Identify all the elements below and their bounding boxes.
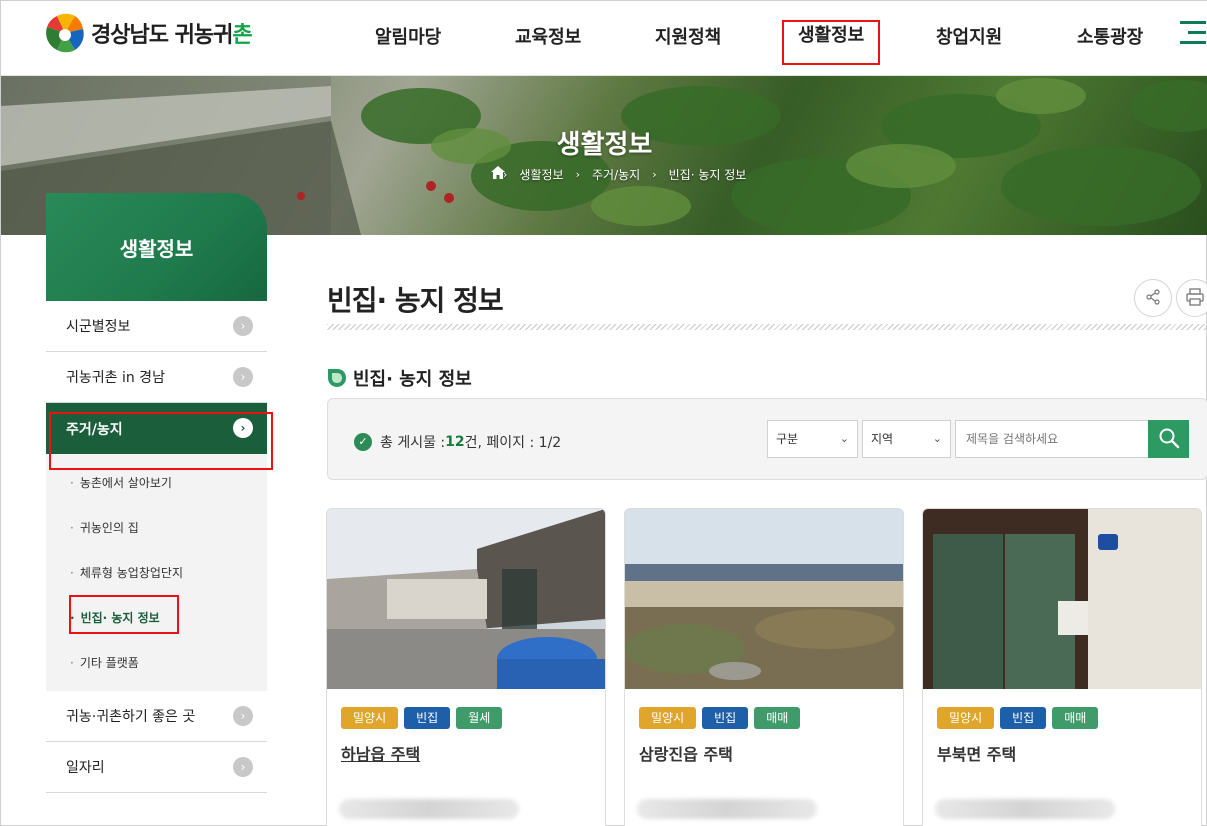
highlight-box-vacant-house [69, 595, 179, 634]
sidebar-item-label: 귀농·귀촌하기 좋은 곳 [66, 709, 196, 725]
region-tag: 밀양시 [639, 707, 697, 729]
type-tag: 빈집 [702, 707, 749, 729]
share-button[interactable] [1134, 279, 1172, 317]
nav-item-notice[interactable]: 알림마당 [375, 23, 441, 49]
home-icon[interactable] [491, 166, 505, 179]
sidebar-item-city-info[interactable]: 시군별정보 › [46, 301, 267, 352]
sidebar-title: 생활정보 [119, 236, 194, 261]
sidebar-sub-item-farmer-house[interactable]: 귀농인의 집 [46, 505, 267, 550]
chevron-right-icon: › [233, 367, 253, 387]
nav-item-community[interactable]: 소통광장 [1077, 23, 1143, 49]
nav-item-living-info[interactable]: 생활정보 [781, 20, 881, 65]
chevron-down-icon: ⌄ [932, 432, 942, 445]
search-filter-box: ✓ 총 게시물 :12 건, 페이지 : 1/2 구분 ⌄ 지역 ⌄ [327, 398, 1207, 480]
leaf-icon [328, 369, 346, 387]
tag-group: 밀양시 빈집 월세 [341, 707, 508, 729]
sidebar-nav: 시군별정보 › 귀농귀촌 in 경남 › 주거/농지 › 농촌에서 살아보기 귀… [46, 301, 267, 793]
category-select-value: 구분 [776, 432, 799, 446]
nav-item-support-policy[interactable]: 지원정책 [655, 23, 721, 49]
sidebar-item-label: 귀농귀촌 in 경남 [66, 370, 165, 386]
print-button[interactable] [1176, 279, 1207, 317]
banner-title: 생활정보 [556, 130, 653, 160]
share-icon [1146, 288, 1160, 305]
listing-photo [327, 509, 605, 689]
chevron-down-icon: ⌄ [839, 432, 849, 445]
search-input[interactable] [955, 420, 1149, 458]
sidebar-sub-item-other-platform[interactable]: 기타 플랫폼 [46, 640, 267, 685]
listing-card[interactable]: 밀양시 빈집 월세 하남읍 주택 [326, 508, 606, 826]
menu-icon[interactable] [1180, 19, 1206, 47]
sidebar-item-gyeongnam[interactable]: 귀농귀촌 in 경남 › [46, 352, 267, 403]
deal-tag: 매매 [1052, 707, 1099, 729]
title-divider [327, 324, 1207, 330]
chevron-right-icon: › [233, 316, 253, 336]
listing-address-blurred [637, 799, 817, 819]
search-button[interactable] [1148, 420, 1189, 458]
section-title: 빈집· 농지 정보 [327, 365, 472, 391]
chevron-right-icon: › [233, 706, 253, 726]
nav-item-startup[interactable]: 창업지원 [936, 23, 1002, 49]
type-tag: 빈집 [1000, 707, 1047, 729]
region-select[interactable]: 지역 ⌄ [862, 420, 951, 458]
type-tag: 빈집 [404, 707, 451, 729]
chevron-right-icon: › [233, 757, 253, 777]
chevron-right-icon: › [652, 168, 657, 181]
sidebar-item-jobs[interactable]: 일자리 › [46, 742, 267, 793]
listing-card[interactable]: 밀양시 빈집 매매 삼랑진읍 주택 [624, 508, 904, 826]
check-icon: ✓ [354, 433, 372, 451]
total-suffix: 건, 페이지 : 1/2 [464, 435, 562, 451]
total-count: ✓ 총 게시물 :12 건, 페이지 : 1/2 [354, 432, 561, 452]
total-number: 12 [445, 434, 465, 450]
listing-address-blurred [339, 799, 519, 819]
sidebar-item-label: 시군별정보 [66, 319, 131, 335]
listing-photo [923, 509, 1201, 689]
breadcrumb: › 생활정보 › 주거/농지 › 빈집· 농지 정보 [491, 166, 746, 183]
breadcrumb-item-2[interactable]: 주거/농지 [592, 166, 640, 183]
region-tag: 밀양시 [937, 707, 995, 729]
total-prefix: 총 게시물 : [380, 435, 446, 451]
breadcrumb-item-1[interactable]: 생활정보 [519, 166, 563, 183]
tag-group: 밀양시 빈집 매매 [937, 707, 1104, 729]
listing-title[interactable]: 삼랑진읍 주택 [639, 741, 733, 765]
listing-photo [625, 509, 903, 689]
breadcrumb-item-3[interactable]: 빈집· 농지 정보 [669, 166, 747, 183]
listing-title[interactable]: 하남읍 주택 [341, 741, 420, 765]
print-icon [1186, 287, 1204, 306]
region-tag: 밀양시 [341, 707, 399, 729]
sidebar-item-label: 일자리 [66, 760, 105, 776]
main-nav: 알림마당 교육정보 지원정책 생활정보 창업지원 소통광장 [1, 20, 1207, 65]
sidebar-item-good-places[interactable]: 귀농·귀촌하기 좋은 곳 › [46, 691, 267, 742]
deal-tag: 매매 [754, 707, 801, 729]
search-icon [1159, 428, 1179, 448]
highlight-box-housing [49, 412, 273, 470]
sidebar-title-box: 생활정보 [46, 193, 267, 301]
sidebar-submenu: 농촌에서 살아보기 귀농인의 집 체류형 농업창업단지 빈집· 농지 정보 기타… [46, 454, 267, 691]
site-header: 경상남도 귀농귀촌 알림마당 교육정보 지원정책 생활정보 창업지원 소통광장 [1, 1, 1207, 76]
chevron-right-icon: › [575, 168, 580, 181]
nav-item-education[interactable]: 교육정보 [515, 23, 581, 49]
listing-card[interactable]: 밀양시 빈집 매매 부북면 주택 [922, 508, 1202, 826]
tag-group: 밀양시 빈집 매매 [639, 707, 806, 729]
region-select-value: 지역 [871, 432, 894, 446]
section-title-text: 빈집· 농지 정보 [353, 369, 472, 390]
listing-address-blurred [935, 799, 1115, 819]
deal-tag: 월세 [456, 707, 503, 729]
page-title: 빈집· 농지 정보 [327, 284, 504, 317]
category-select[interactable]: 구분 ⌄ [767, 420, 858, 458]
sidebar-sub-item-startup-complex[interactable]: 체류형 농업창업단지 [46, 550, 267, 595]
listing-title[interactable]: 부북면 주택 [937, 741, 1016, 765]
